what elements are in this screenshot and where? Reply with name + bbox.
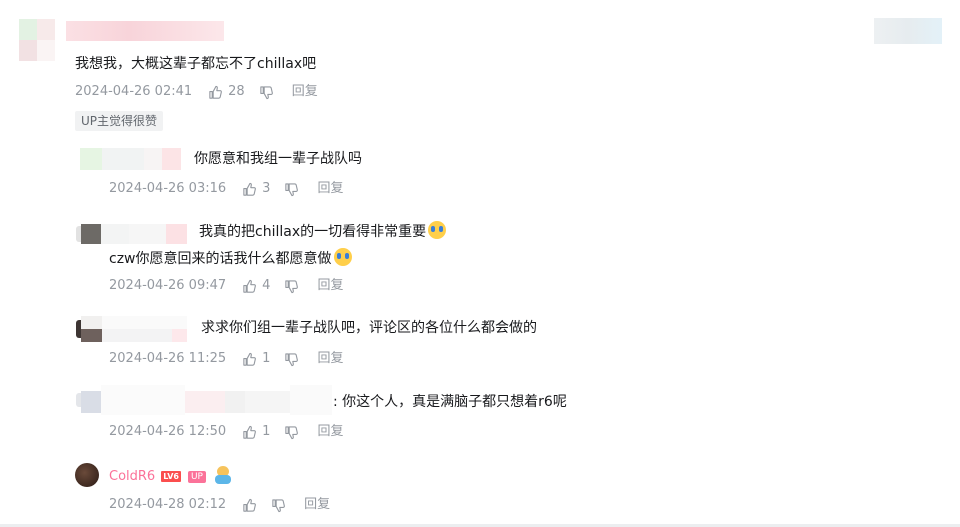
like-button[interactable] — [242, 498, 257, 513]
dislike-button[interactable] — [284, 425, 299, 440]
like-count: 28 — [228, 84, 245, 99]
thumb-up-icon — [243, 352, 257, 366]
thumb-up-icon — [243, 182, 257, 196]
level-badge: LV6 — [161, 471, 181, 482]
up-liked-badge: UP主觉得很赞 — [75, 111, 164, 131]
like-button[interactable]: 1 — [242, 350, 270, 368]
reply-button[interactable]: 回复 — [317, 277, 343, 295]
reply-time: 2024-04-26 12:50 — [109, 424, 227, 439]
thumb-down-icon — [285, 279, 299, 293]
sticker-icon — [214, 466, 232, 484]
comment-time: 2024-04-26 02:41 — [75, 84, 193, 99]
like-button[interactable]: 28 — [208, 83, 245, 101]
up-tag: UP — [187, 471, 206, 483]
like-count: 3 — [262, 181, 271, 196]
blurred-corner-widget — [874, 18, 942, 44]
like-count: 1 — [262, 424, 271, 439]
thumb-down-icon — [285, 352, 299, 366]
reply-text: 我真的把chillax的一切看得非常重要 — [199, 221, 447, 242]
crying-emoji-icon — [428, 221, 447, 239]
reply-button[interactable]: 回复 — [317, 350, 343, 368]
like-button[interactable]: 4 — [242, 277, 270, 295]
dislike-button[interactable] — [284, 182, 299, 197]
reply-text-line1: 我真的把chillax的一切看得非常重要 — [199, 224, 427, 240]
dislike-button[interactable] — [284, 352, 299, 367]
reply-text: : 你这个人，真是满脑子都只想着r6呢 — [333, 394, 567, 410]
comment-meta: 2024-04-26 02:41 28 回复 — [75, 83, 318, 101]
thumb-up-icon — [243, 279, 257, 293]
reply-time: 2024-04-26 09:47 — [109, 278, 227, 293]
like-button[interactable]: 3 — [242, 180, 270, 198]
crying-emoji-icon — [333, 248, 352, 266]
blurred-avatar[interactable] — [19, 19, 55, 61]
dislike-button[interactable] — [284, 279, 299, 294]
reply-button[interactable]: 回复 — [304, 496, 330, 514]
up-user-line: ColdR6 LV6 UP — [109, 465, 232, 487]
reply-time: 2024-04-26 11:25 — [109, 351, 227, 366]
up-avatar[interactable] — [75, 463, 99, 487]
reply-text: 求求你们组一辈子战队吧，评论区的各位什么都会做的 — [201, 320, 537, 336]
like-count: 1 — [262, 351, 271, 366]
reply-button[interactable]: 回复 — [317, 423, 343, 441]
dislike-button[interactable] — [259, 85, 274, 100]
reply-time: 2024-04-28 02:12 — [109, 497, 227, 512]
blurred-reply-user[interactable] — [80, 148, 181, 170]
like-count: 4 — [262, 278, 271, 293]
reply-meta: 2024-04-26 03:16 3 回复 — [109, 180, 343, 198]
reply-meta: 2024-04-28 02:12 回复 — [109, 496, 330, 514]
thumb-down-icon — [272, 498, 286, 512]
up-username[interactable]: ColdR6 — [109, 469, 155, 484]
thumb-up-icon — [209, 85, 223, 99]
reply-button[interactable]: 回复 — [292, 83, 318, 101]
reply-meta: 2024-04-26 12:50 1 回复 — [109, 423, 343, 441]
reply-text-line2: czw你愿意回来的话我什么都愿意做 — [109, 248, 352, 269]
like-button[interactable]: 1 — [242, 423, 270, 441]
blurred-reply-user[interactable] — [76, 385, 332, 415]
thumb-down-icon — [285, 425, 299, 439]
thumb-down-icon — [260, 85, 273, 99]
blurred-reply-user[interactable] — [76, 316, 187, 342]
reply-meta: 2024-04-26 11:25 1 回复 — [109, 350, 343, 368]
thumb-down-icon — [285, 182, 299, 196]
dislike-button[interactable] — [271, 498, 286, 513]
thumb-up-icon — [243, 425, 257, 439]
reply-text: 你愿意和我组一辈子战队吗 — [194, 151, 362, 167]
reply-meta: 2024-04-26 09:47 4 回复 — [109, 277, 343, 295]
thumb-up-icon — [243, 498, 257, 512]
reply-time: 2024-04-26 03:16 — [109, 181, 227, 196]
blurred-username[interactable] — [66, 21, 224, 41]
comment-text: 我想我，大概这辈子都忘不了chillax吧 — [75, 56, 317, 72]
reply-button[interactable]: 回复 — [317, 180, 343, 198]
reply-text-line2-content: czw你愿意回来的话我什么都愿意做 — [109, 251, 332, 267]
blurred-reply-user[interactable] — [76, 224, 187, 244]
